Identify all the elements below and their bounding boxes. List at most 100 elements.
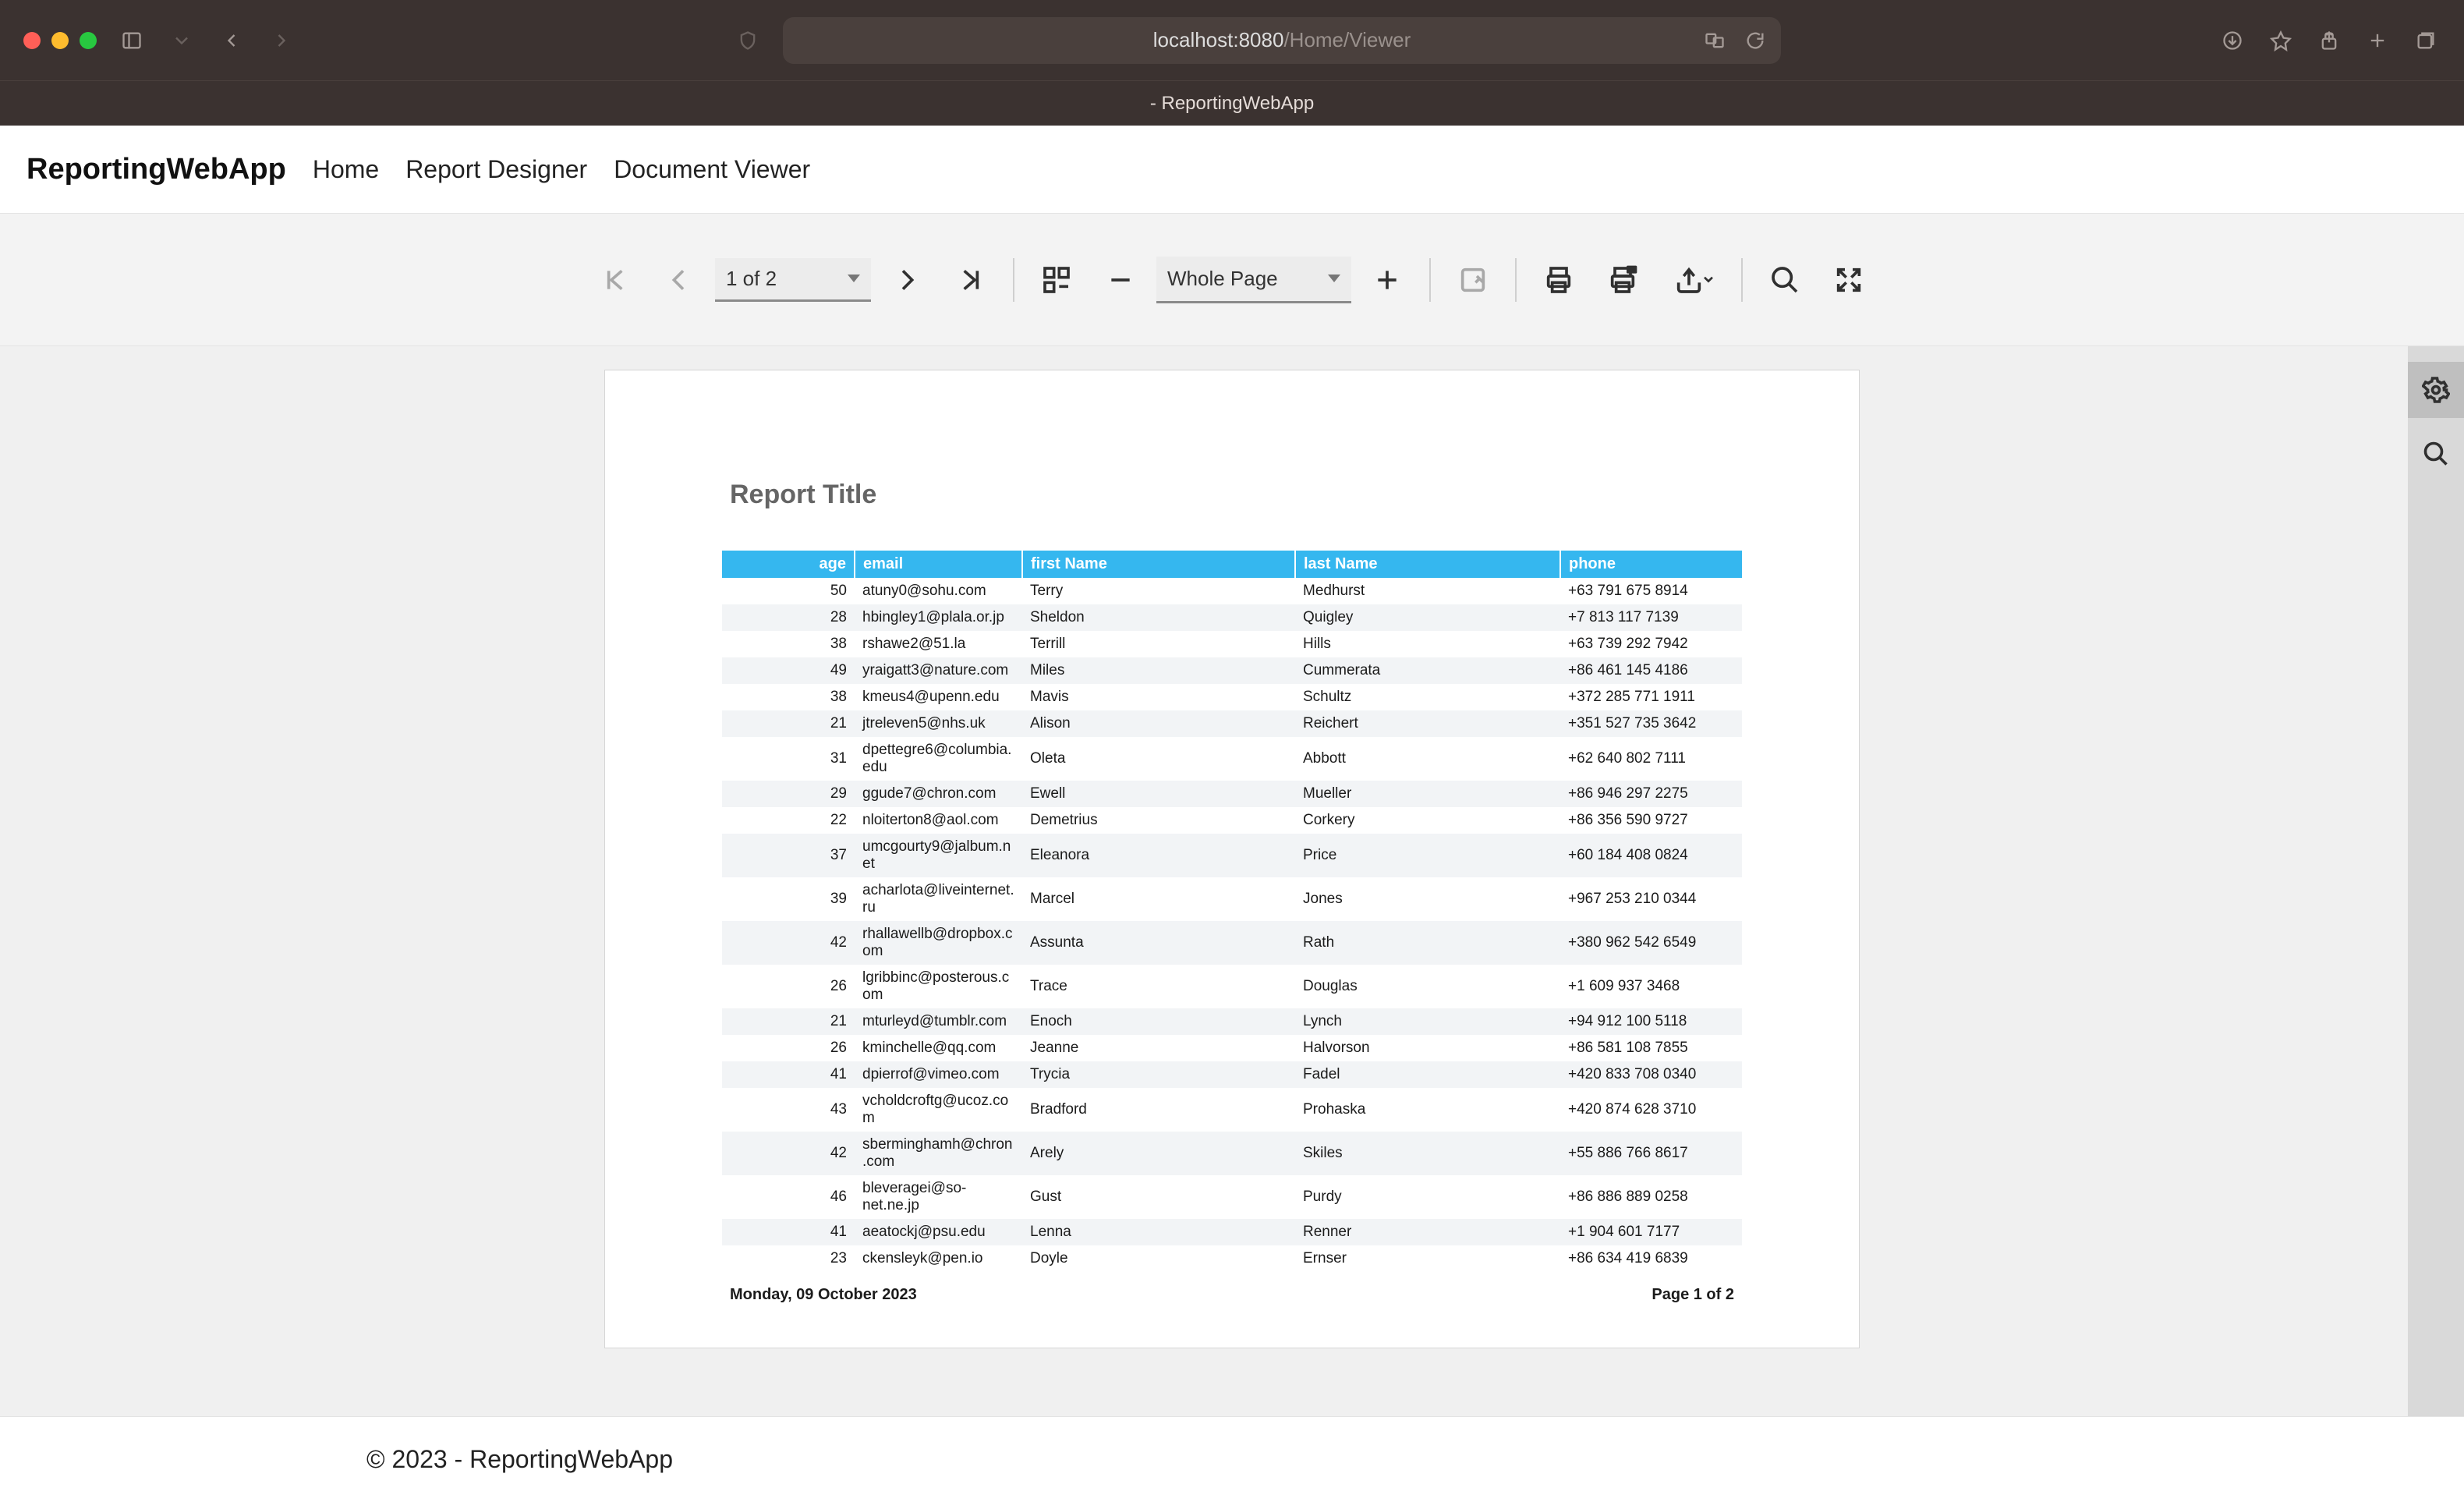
rail-search-button[interactable]	[2408, 426, 2464, 482]
report-footer-page: Page 1 of 2	[1652, 1286, 1734, 1304]
cell-email: ggude7@chron.com	[855, 781, 1022, 807]
cell-email: kminchelle@qq.com	[855, 1035, 1022, 1061]
bookmark-icon[interactable]	[2266, 26, 2296, 55]
cell-email: kmeus4@upenn.edu	[855, 684, 1022, 710]
page-indicator-text: 1 of 2	[726, 267, 777, 291]
rail-options-button[interactable]	[2408, 362, 2464, 418]
cell-phone: +63 791 675 8914	[1560, 578, 1742, 604]
table-row: 43vcholdcroftg@ucoz.comBradfordProhaska+…	[722, 1088, 1742, 1132]
nav-link-home[interactable]: Home	[313, 155, 379, 184]
app-footer: © 2023 - ReportingWebApp	[0, 1416, 2464, 1502]
fullscreen-button[interactable]	[1821, 252, 1877, 308]
reload-icon[interactable]	[1740, 26, 1770, 55]
print-button[interactable]	[1531, 252, 1587, 308]
report-page: Report Title age email first Name last N…	[604, 370, 1860, 1348]
cell-phone: +86 581 108 7855	[1560, 1035, 1742, 1061]
cell-age: 31	[722, 737, 855, 781]
cell-last-name: Cummerata	[1295, 657, 1560, 684]
cell-age: 26	[722, 1035, 855, 1061]
zoom-out-button[interactable]	[1092, 252, 1149, 308]
cell-phone: +86 634 419 6839	[1560, 1245, 1742, 1272]
cell-first-name: Terry	[1022, 578, 1295, 604]
new-tab-icon[interactable]	[2363, 26, 2392, 55]
share-icon[interactable]	[2314, 26, 2344, 55]
cell-last-name: Schultz	[1295, 684, 1560, 710]
window-minimize-button[interactable]	[51, 32, 69, 49]
cell-first-name: Ewell	[1022, 781, 1295, 807]
cell-first-name: Oleta	[1022, 737, 1295, 781]
report-title: Report Title	[730, 480, 1742, 510]
window-close-button[interactable]	[23, 32, 41, 49]
cell-first-name: Doyle	[1022, 1245, 1295, 1272]
cell-first-name: Jeanne	[1022, 1035, 1295, 1061]
cell-phone: +372 285 771 1911	[1560, 684, 1742, 710]
cell-first-name: Mavis	[1022, 684, 1295, 710]
translate-icon[interactable]	[1700, 26, 1729, 55]
cell-first-name: Enoch	[1022, 1008, 1295, 1035]
report-footer: Monday, 09 October 2023 Page 1 of 2	[722, 1286, 1742, 1304]
table-row: 26lgribbinc@posterous.comTraceDouglas+1 …	[722, 965, 1742, 1008]
cell-last-name: Jones	[1295, 877, 1560, 921]
cell-first-name: Gust	[1022, 1175, 1295, 1219]
chevron-down-icon[interactable]	[167, 26, 196, 55]
cell-first-name: Demetrius	[1022, 807, 1295, 834]
app-navbar: ReportingWebApp Home Report Designer Doc…	[0, 126, 2464, 214]
cell-last-name: Reichert	[1295, 710, 1560, 737]
first-page-button[interactable]	[587, 252, 643, 308]
sidebar-toggle-icon[interactable]	[117, 26, 147, 55]
cell-age: 26	[722, 965, 855, 1008]
cell-age: 50	[722, 578, 855, 604]
cell-last-name: Purdy	[1295, 1175, 1560, 1219]
cell-last-name: Quigley	[1295, 604, 1560, 631]
cell-first-name: Arely	[1022, 1132, 1295, 1175]
search-button[interactable]	[1757, 252, 1813, 308]
cell-age: 28	[722, 604, 855, 631]
col-email: email	[855, 551, 1022, 578]
print-page-button[interactable]	[1595, 252, 1651, 308]
cell-first-name: Sheldon	[1022, 604, 1295, 631]
viewer-canvas: Report Title age email first Name last N…	[0, 346, 2464, 1416]
nav-link-viewer[interactable]: Document Viewer	[614, 155, 810, 184]
browser-forward-button[interactable]	[267, 26, 296, 55]
cell-phone: +55 886 766 8617	[1560, 1132, 1742, 1175]
browser-tab-strip: - ReportingWebApp	[0, 80, 2464, 126]
cell-last-name: Douglas	[1295, 965, 1560, 1008]
cell-phone: +86 886 889 0258	[1560, 1175, 1742, 1219]
export-button[interactable]	[1659, 252, 1727, 308]
cell-email: ckensleyk@pen.io	[855, 1245, 1022, 1272]
cell-email: jtreleven5@nhs.uk	[855, 710, 1022, 737]
last-page-button[interactable]	[943, 252, 999, 308]
cell-first-name: Terrill	[1022, 631, 1295, 657]
shield-icon[interactable]	[733, 26, 763, 55]
multipage-toggle-button[interactable]	[1028, 252, 1085, 308]
table-header-row: age email first Name last Name phone	[722, 551, 1742, 578]
window-controls	[23, 32, 97, 49]
col-age: age	[722, 551, 855, 578]
tab-overview-icon[interactable]	[2411, 26, 2441, 55]
cell-age: 37	[722, 834, 855, 877]
cell-last-name: Abbott	[1295, 737, 1560, 781]
window-zoom-button[interactable]	[80, 32, 97, 49]
cell-first-name: Eleanora	[1022, 834, 1295, 877]
next-page-button[interactable]	[879, 252, 935, 308]
cell-phone: +86 461 145 4186	[1560, 657, 1742, 684]
cell-email: bleveragei@so-net.ne.jp	[855, 1175, 1022, 1219]
cell-age: 39	[722, 877, 855, 921]
browser-back-button[interactable]	[217, 26, 246, 55]
cell-last-name: Mueller	[1295, 781, 1560, 807]
table-row: 41dpierrof@vimeo.comTryciaFadel+420 833 …	[722, 1061, 1742, 1088]
cell-phone: +1 609 937 3468	[1560, 965, 1742, 1008]
address-bar[interactable]: localhost:8080/Home/Viewer	[783, 17, 1781, 64]
table-row: 37umcgourty9@jalbum.netEleanoraPrice+60 …	[722, 834, 1742, 877]
zoom-in-button[interactable]	[1359, 252, 1415, 308]
downloads-icon[interactable]	[2218, 26, 2247, 55]
cell-phone: +94 912 100 5118	[1560, 1008, 1742, 1035]
highlight-fields-button[interactable]	[1445, 252, 1501, 308]
prev-page-button[interactable]	[651, 252, 707, 308]
cell-age: 21	[722, 1008, 855, 1035]
table-row: 38kmeus4@upenn.eduMavisSchultz+372 285 7…	[722, 684, 1742, 710]
page-selector[interactable]: 1 of 2	[715, 258, 871, 302]
cell-first-name: Miles	[1022, 657, 1295, 684]
nav-link-designer[interactable]: Report Designer	[405, 155, 587, 184]
zoom-mode-selector[interactable]: Whole Page	[1156, 257, 1351, 303]
